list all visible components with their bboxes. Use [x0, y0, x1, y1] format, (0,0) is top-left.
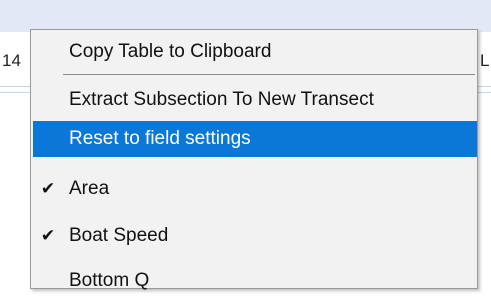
context-menu: Copy Table to Clipboard Extract Subsecti…: [30, 29, 478, 291]
background-titlebar: [0, 0, 491, 32]
menu-item-label: Boat Speed: [69, 225, 169, 246]
background-row-divider: [478, 86, 491, 87]
background-table-cell-right: L: [480, 51, 490, 70]
menu-item-label: Bottom Q: [69, 270, 150, 291]
menu-item-copy-table-to-clipboard[interactable]: Copy Table to Clipboard: [33, 34, 477, 70]
background-row-divider: [478, 92, 491, 93]
menu-item-extract-subsection[interactable]: Extract Subsection To New Transect: [33, 82, 477, 118]
background-row-divider: [0, 86, 30, 87]
menu-item-label: Reset to field settings: [69, 128, 251, 149]
background-table-cell-left: 14: [2, 51, 21, 70]
menu-item-boat-speed[interactable]: ✔ Boat Speed: [33, 218, 477, 254]
menu-item-label: Area: [69, 178, 110, 199]
menu-item-label: Extract Subsection To New Transect: [69, 89, 374, 110]
background-row-divider: [0, 92, 30, 93]
menu-item-reset-to-field-settings[interactable]: Reset to field settings: [33, 121, 477, 157]
menu-item-bottom-q[interactable]: Bottom Q: [33, 263, 477, 299]
menu-separator: [63, 74, 475, 75]
checkmark-icon: ✔: [40, 226, 56, 245]
checkmark-icon: ✔: [40, 179, 56, 198]
menu-item-area[interactable]: ✔ Area: [33, 171, 477, 207]
menu-item-label: Copy Table to Clipboard: [69, 41, 272, 62]
